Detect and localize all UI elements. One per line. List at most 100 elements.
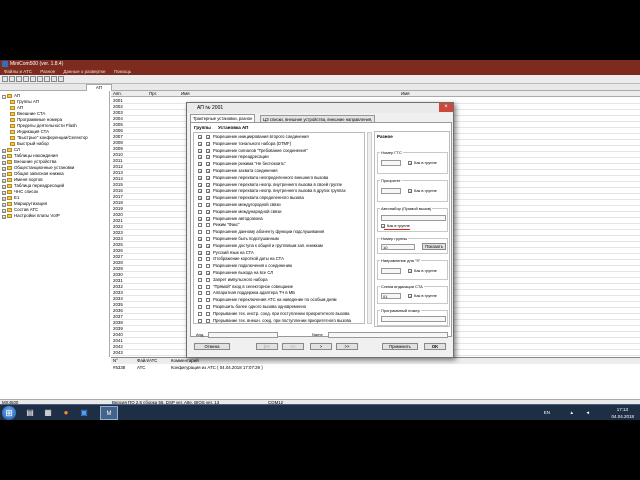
compare-icon[interactable] bbox=[44, 76, 50, 82]
direction-as-group[interactable]: ✓ Как в группе bbox=[408, 268, 437, 274]
ok-button[interactable]: OK bbox=[424, 343, 446, 350]
setting-checkbox[interactable] bbox=[206, 257, 210, 262]
priority-select[interactable] bbox=[381, 188, 401, 194]
setting-checkbox[interactable]: ✓ bbox=[206, 243, 210, 248]
setting-checkbox[interactable]: ✓ bbox=[206, 271, 210, 276]
setting-checkbox[interactable]: ✓ bbox=[206, 148, 210, 153]
setting-checkbox[interactable]: ✓ bbox=[206, 175, 210, 180]
setting-checkbox[interactable]: ✓ bbox=[206, 182, 210, 187]
group-checkbox[interactable] bbox=[198, 264, 202, 269]
start-button[interactable]: ⊞ bbox=[2, 406, 16, 420]
menu-help[interactable]: Помощь bbox=[114, 69, 131, 74]
volume-icon[interactable]: ◄ bbox=[586, 410, 590, 415]
indication-as-group[interactable]: ✓ Как в группе bbox=[408, 293, 437, 299]
group-checkbox[interactable]: ✓ bbox=[198, 169, 202, 174]
tab-ap[interactable]: АП bbox=[86, 84, 112, 91]
group-checkbox[interactable] bbox=[198, 291, 202, 296]
prognum-input[interactable] bbox=[381, 316, 446, 322]
cancel-button[interactable]: Отмена bbox=[194, 343, 230, 350]
setting-checkbox[interactable]: ✓ bbox=[206, 250, 210, 255]
collapse-icon[interactable]: - bbox=[2, 95, 6, 99]
col-number[interactable]: Апп. bbox=[113, 91, 122, 97]
indication-select[interactable]: 01 bbox=[381, 293, 401, 299]
group-checkbox[interactable] bbox=[198, 318, 202, 323]
group-checkbox[interactable]: ✓ bbox=[198, 196, 202, 201]
group-checkbox[interactable] bbox=[198, 298, 202, 303]
group-checkbox[interactable]: ✓ bbox=[198, 162, 202, 167]
setting-checkbox[interactable]: ✓ bbox=[206, 169, 210, 174]
priority-as-group[interactable]: ✓ Как в группе bbox=[408, 188, 437, 194]
group-checkbox[interactable]: ✓ bbox=[198, 182, 202, 187]
setting-checkbox[interactable]: ✓ bbox=[206, 203, 210, 208]
menu-files[interactable]: Файлы и АТС bbox=[4, 69, 32, 74]
setting-checkbox[interactable]: ✓ bbox=[206, 196, 210, 201]
group-checkbox[interactable]: ✓ bbox=[198, 175, 202, 180]
close-icon[interactable]: × bbox=[439, 103, 453, 112]
permissions-scrollbar[interactable] bbox=[367, 132, 372, 324]
save-icon[interactable] bbox=[16, 76, 22, 82]
setting-checkbox[interactable] bbox=[206, 318, 210, 323]
prev-record-button[interactable]: << bbox=[282, 343, 304, 350]
setting-checkbox[interactable] bbox=[206, 223, 210, 228]
setting-checkbox[interactable] bbox=[206, 298, 210, 303]
group-checkbox[interactable]: ✓ bbox=[198, 271, 202, 276]
group-checkbox[interactable] bbox=[198, 230, 202, 235]
setting-checkbox[interactable]: ✓ bbox=[206, 209, 210, 214]
col-name-2[interactable]: Имя bbox=[401, 91, 410, 97]
new-icon[interactable] bbox=[2, 76, 8, 82]
gts-as-group[interactable]: ✓ Как в группе bbox=[408, 160, 437, 166]
expand-icon[interactable]: + bbox=[2, 215, 6, 219]
help-icon[interactable] bbox=[58, 76, 64, 82]
group-checkbox[interactable]: ✓ bbox=[198, 237, 202, 242]
setting-checkbox[interactable] bbox=[206, 237, 210, 241]
tab-lists-devices[interactable]: ЦЗ списки, внешние устройства, внешние н… bbox=[260, 115, 376, 122]
setting-checkbox[interactable] bbox=[206, 230, 210, 235]
setting-checkbox[interactable] bbox=[206, 284, 210, 289]
group-checkbox[interactable] bbox=[198, 223, 202, 228]
setting-checkbox[interactable] bbox=[206, 291, 210, 296]
open-icon[interactable] bbox=[9, 76, 15, 82]
col-prog[interactable]: Прг. bbox=[149, 91, 157, 97]
language-indicator[interactable]: EN bbox=[544, 410, 550, 415]
setting-checkbox[interactable]: ✓ bbox=[206, 135, 210, 140]
next-record-button[interactable]: > bbox=[310, 343, 332, 350]
name-input[interactable] bbox=[328, 332, 448, 338]
folder-icon[interactable]: ▣ bbox=[76, 406, 92, 420]
log-row[interactable]: #5338 АТС Конфигурация из АТС ( 04.04.20… bbox=[111, 365, 640, 371]
browser-icon[interactable]: ● bbox=[58, 406, 74, 420]
addr-input[interactable] bbox=[208, 332, 278, 338]
print-icon[interactable] bbox=[23, 76, 29, 82]
upload-icon[interactable] bbox=[30, 76, 36, 82]
group-checkbox[interactable]: ✓ bbox=[198, 155, 202, 160]
setting-checkbox[interactable]: ✓ bbox=[206, 155, 210, 160]
autocall-as-group[interactable]: ✓ Как в группе bbox=[381, 223, 410, 229]
tab-trunk-settings[interactable]: Трактерные установки, разное bbox=[190, 114, 256, 122]
settings-icon[interactable] bbox=[51, 76, 57, 82]
autocall-input[interactable] bbox=[381, 215, 446, 221]
group-checkbox[interactable]: ✓ bbox=[198, 189, 202, 194]
tree-item[interactable]: + Настройки платы VoIP bbox=[2, 213, 60, 219]
last-record-button[interactable]: >> bbox=[336, 343, 358, 350]
setting-checkbox[interactable]: ✓ bbox=[206, 162, 210, 167]
setting-checkbox[interactable]: ✓ bbox=[206, 141, 210, 146]
menu-data[interactable]: Данные о развертке bbox=[63, 69, 105, 74]
group-checkbox[interactable] bbox=[198, 284, 202, 289]
setting-checkbox[interactable]: ✓ bbox=[206, 189, 210, 194]
minicom-app-icon[interactable]: M bbox=[100, 406, 118, 420]
setting-checkbox[interactable] bbox=[206, 277, 210, 282]
show-group-button[interactable]: Показать bbox=[422, 243, 446, 250]
group-checkbox[interactable] bbox=[198, 311, 202, 316]
group-checkbox[interactable] bbox=[198, 257, 202, 262]
col-name[interactable]: Имя bbox=[181, 91, 190, 97]
group-checkbox[interactable]: ✓ bbox=[198, 135, 202, 140]
first-record-button[interactable]: |<< bbox=[256, 343, 278, 350]
direction-select[interactable] bbox=[381, 268, 401, 274]
apply-button[interactable]: Применить bbox=[382, 343, 418, 350]
files-icon[interactable]: ▦ bbox=[40, 406, 56, 420]
download-icon[interactable] bbox=[37, 76, 43, 82]
group-checkbox[interactable]: ✓ bbox=[198, 148, 202, 153]
group-checkbox[interactable] bbox=[198, 305, 202, 309]
setting-checkbox[interactable] bbox=[206, 305, 210, 309]
clock-time[interactable]: 17:13 bbox=[617, 407, 628, 412]
clock-date[interactable]: 04.04.2018 bbox=[611, 414, 634, 419]
